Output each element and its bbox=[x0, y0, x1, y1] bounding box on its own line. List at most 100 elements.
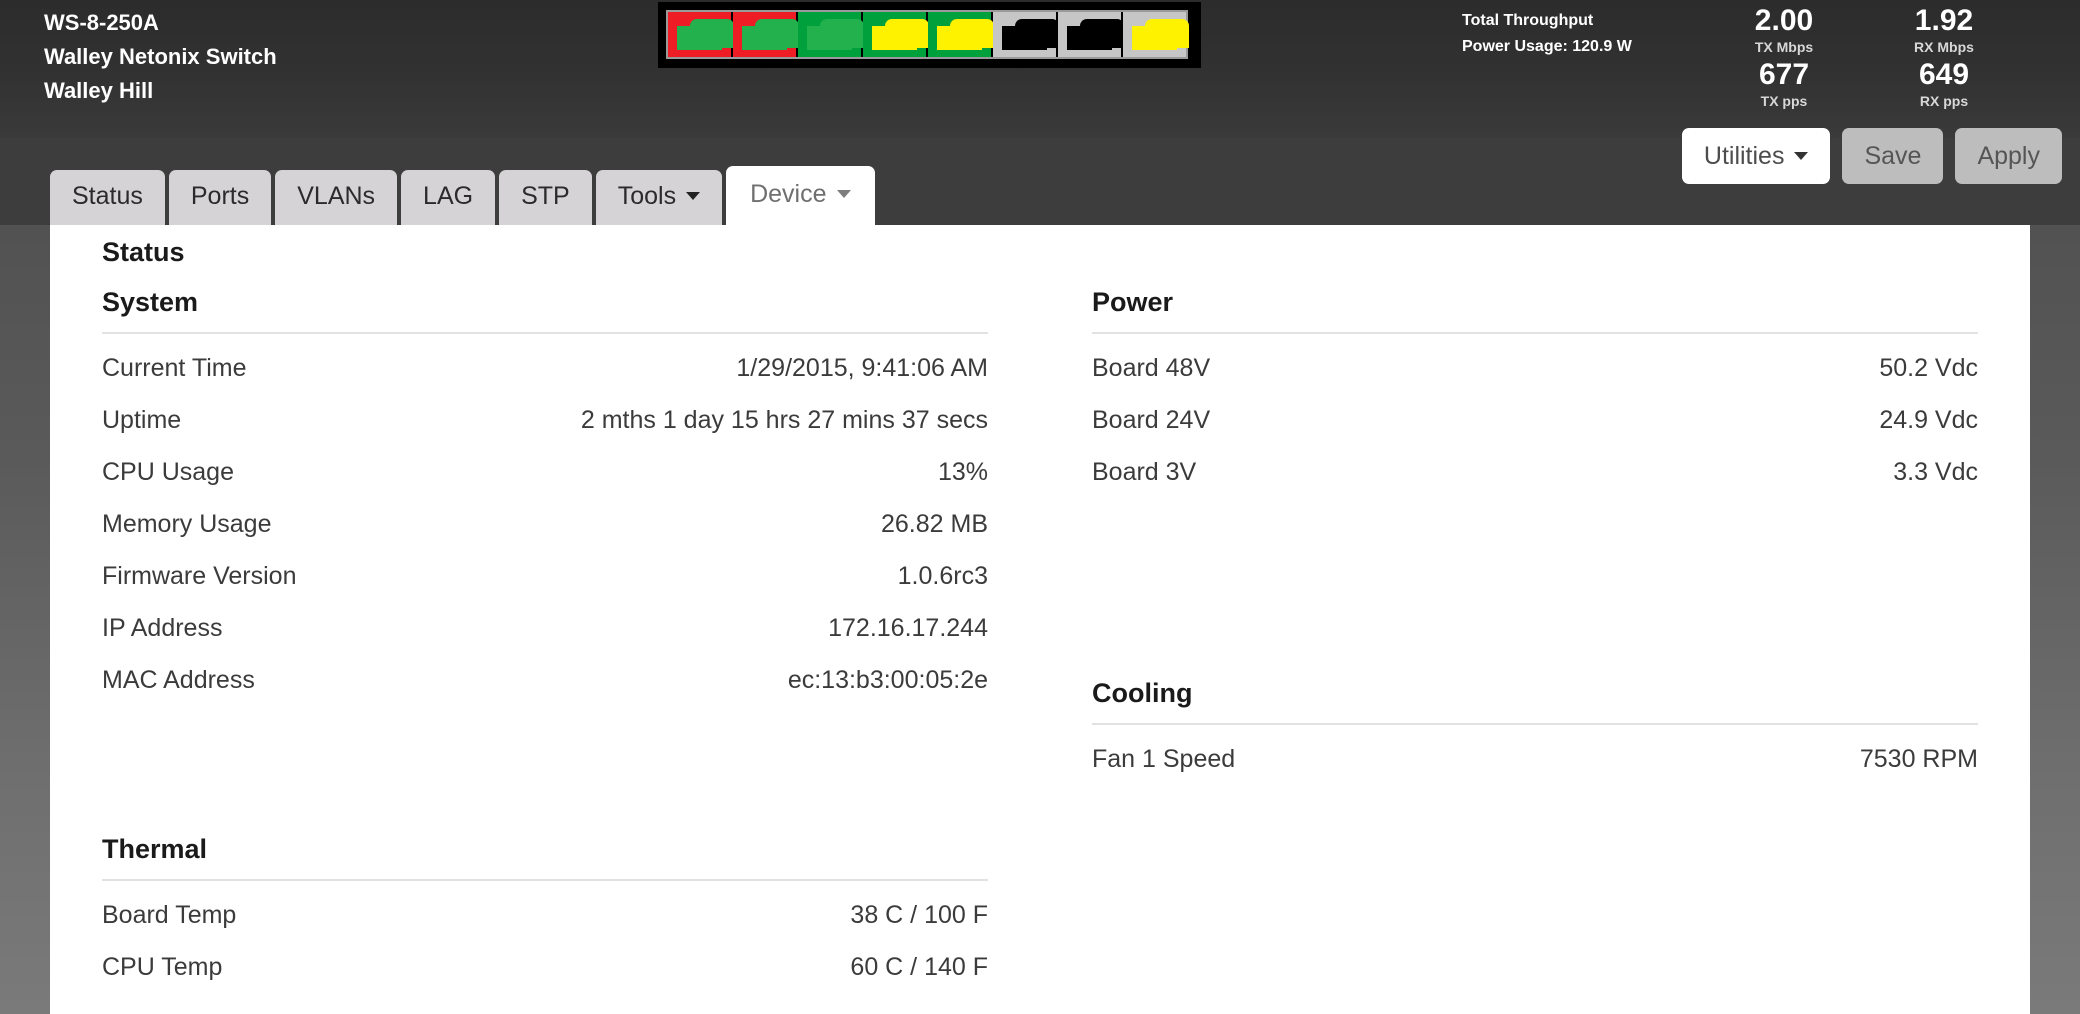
stat-tx-pps-value: 677 bbox=[1758, 58, 1810, 91]
status-row-key: IP Address bbox=[102, 614, 223, 642]
tab-label: STP bbox=[521, 182, 570, 210]
port-led-5[interactable] bbox=[928, 12, 994, 57]
thermal-rows: Board Temp 38 C / 100 F CPU Temp 60 C / 140… bbox=[102, 889, 988, 993]
status-row-key: Board 48V bbox=[1092, 354, 1211, 382]
total-throughput-label: Total Throughput bbox=[1462, 12, 1594, 29]
tab-label: Device bbox=[750, 180, 827, 208]
status-row-value: 60 C / 140 F bbox=[850, 953, 988, 981]
tab-device[interactable]: Device bbox=[726, 166, 875, 225]
stat-tx-mbps-unit: TX Mbps bbox=[1754, 39, 1814, 55]
chevron-down-icon bbox=[1794, 152, 1809, 160]
status-row-value: 2 mths 1 day 15 hrs 27 mins 37 secs bbox=[580, 406, 988, 434]
tab-lag[interactable]: LAG bbox=[401, 170, 496, 225]
stat-rx-mbps-unit: RX Mbps bbox=[1914, 39, 1974, 55]
status-row-value: 24.9 Vdc bbox=[1879, 406, 1978, 434]
main-navigation-tabs: Status Ports VLANs LAG STP Tools Device bbox=[50, 166, 879, 225]
column-right: Power Board 48V 50.2 Vdc Board 24V 24.9 Vdc… bbox=[1040, 287, 2030, 993]
section-divider bbox=[1092, 332, 1978, 334]
utilities-label: Utilities bbox=[1703, 142, 1785, 170]
status-row-key: CPU Usage bbox=[102, 458, 234, 486]
rj45-icon bbox=[937, 19, 994, 50]
section-divider bbox=[102, 879, 988, 881]
status-row-key: Firmware Version bbox=[102, 562, 297, 590]
rj45-icon bbox=[1067, 19, 1124, 50]
status-row-key: Uptime bbox=[102, 406, 182, 434]
device-name: Walley Netonix Switch bbox=[44, 44, 277, 69]
status-row: Firmware Version 1.0.6rc3 bbox=[102, 550, 988, 602]
port-led-2[interactable] bbox=[733, 12, 799, 57]
status-row-key: CPU Temp bbox=[102, 953, 223, 981]
system-rows: Current Time 1/29/2015, 9:41:06 AM Uptime 2… bbox=[102, 342, 988, 706]
section-title-cooling: Cooling bbox=[1092, 678, 1193, 708]
status-row: Board Temp 38 C / 100 F bbox=[102, 889, 988, 941]
tab-label: LAG bbox=[423, 182, 474, 210]
device-identity: WS-8-250A Walley Netonix Switch Walley H… bbox=[44, 6, 277, 108]
chevron-down-icon bbox=[686, 192, 701, 200]
port-led-strip bbox=[666, 10, 1189, 59]
throughput-labels: Total Throughput Power Usage: 120.9 W bbox=[1462, 8, 1632, 60]
section-title-power: Power bbox=[1092, 287, 1174, 317]
status-row-value: 26.82 MB bbox=[880, 510, 988, 538]
status-row: IP Address 172.16.17.244 bbox=[102, 602, 988, 654]
status-row: CPU Usage 13% bbox=[102, 446, 988, 498]
rj45-icon bbox=[872, 19, 929, 50]
tab-bar: Status Ports VLANs LAG STP Tools Device Utilit… bbox=[0, 128, 2080, 225]
status-row-value: 7530 RPM bbox=[1859, 745, 1978, 773]
app-header: WS-8-250A Walley Netonix Switch Walley H… bbox=[0, 0, 2080, 138]
tab-vlans[interactable]: VLANs bbox=[275, 170, 398, 225]
stat-rx-mbps: 1.92 RX Mbps bbox=[1874, 4, 2014, 56]
stat-tx-mbps: 2.00 TX Mbps bbox=[1714, 4, 1854, 56]
header-action-buttons: Utilities Save Apply bbox=[1670, 128, 2062, 184]
chevron-down-icon bbox=[836, 190, 851, 198]
status-columns: System Current Time 1/29/2015, 9:41:06 AM… bbox=[50, 287, 2030, 993]
status-row: CPU Temp 60 C / 140 F bbox=[102, 941, 988, 993]
status-row: MAC Address ec:13:b3:00:05:2e bbox=[102, 654, 988, 706]
port-led-6[interactable] bbox=[993, 12, 1059, 57]
status-row-value: 13% bbox=[937, 458, 988, 486]
port-led-8[interactable] bbox=[1123, 12, 1189, 57]
status-row-key: Current Time bbox=[102, 354, 247, 382]
section-divider bbox=[102, 332, 988, 334]
stat-rx-pps-value: 649 bbox=[1918, 58, 1970, 91]
device-model: WS-8-250A bbox=[44, 10, 159, 35]
port-led-1[interactable] bbox=[668, 12, 734, 57]
status-row-key: Board Temp bbox=[102, 901, 237, 929]
power-usage-label: Power Usage: 120.9 W bbox=[1462, 38, 1632, 55]
tab-ports[interactable]: Ports bbox=[168, 170, 272, 225]
status-row: Uptime 2 mths 1 day 15 hrs 27 mins 37 sec… bbox=[102, 394, 988, 446]
tab-tools[interactable]: Tools bbox=[595, 170, 723, 225]
section-title-system: System bbox=[102, 287, 199, 317]
utilities-dropdown-button[interactable]: Utilities bbox=[1681, 128, 1831, 184]
port-led-3[interactable] bbox=[798, 12, 864, 57]
rj45-icon bbox=[807, 19, 864, 50]
status-row: Board 3V 3.3 Vdc bbox=[1092, 446, 1978, 498]
rj45-icon bbox=[1002, 19, 1059, 50]
status-row-value: ec:13:b3:00:05:2e bbox=[787, 666, 988, 694]
stat-rx-mbps-value: 1.92 bbox=[1914, 4, 1974, 37]
tab-stp[interactable]: STP bbox=[499, 170, 592, 225]
save-button[interactable]: Save bbox=[1842, 128, 1944, 184]
status-row-value: 50.2 Vdc bbox=[1879, 354, 1978, 382]
tab-status[interactable]: Status bbox=[50, 170, 165, 225]
status-row-value: 3.3 Vdc bbox=[1893, 458, 1978, 486]
status-row: Board 48V 50.2 Vdc bbox=[1092, 342, 1978, 394]
status-row: Fan 1 Speed 7530 RPM bbox=[1092, 733, 1978, 785]
status-row-key: Memory Usage bbox=[102, 510, 272, 538]
port-led-7[interactable] bbox=[1058, 12, 1124, 57]
port-led-4[interactable] bbox=[863, 12, 929, 57]
rj45-icon bbox=[1132, 19, 1189, 50]
tab-label: Tools bbox=[617, 182, 677, 210]
section-divider bbox=[1092, 723, 1978, 725]
throughput-summary: Total Throughput Power Usage: 120.9 W 2.… bbox=[1462, 4, 2062, 124]
tab-label: Ports bbox=[190, 182, 250, 210]
stat-tx-pps-unit: TX pps bbox=[1760, 93, 1808, 109]
device-location: Walley Hill bbox=[44, 78, 154, 103]
status-row-key: MAC Address bbox=[102, 666, 255, 694]
apply-button[interactable]: Apply bbox=[1955, 128, 2062, 184]
status-row-value: 172.16.17.244 bbox=[828, 614, 988, 642]
status-row-value: 1.0.6rc3 bbox=[897, 562, 988, 590]
stat-tx-mbps-value: 2.00 bbox=[1754, 4, 1814, 37]
status-row-value: 1/29/2015, 9:41:06 AM bbox=[736, 354, 988, 382]
